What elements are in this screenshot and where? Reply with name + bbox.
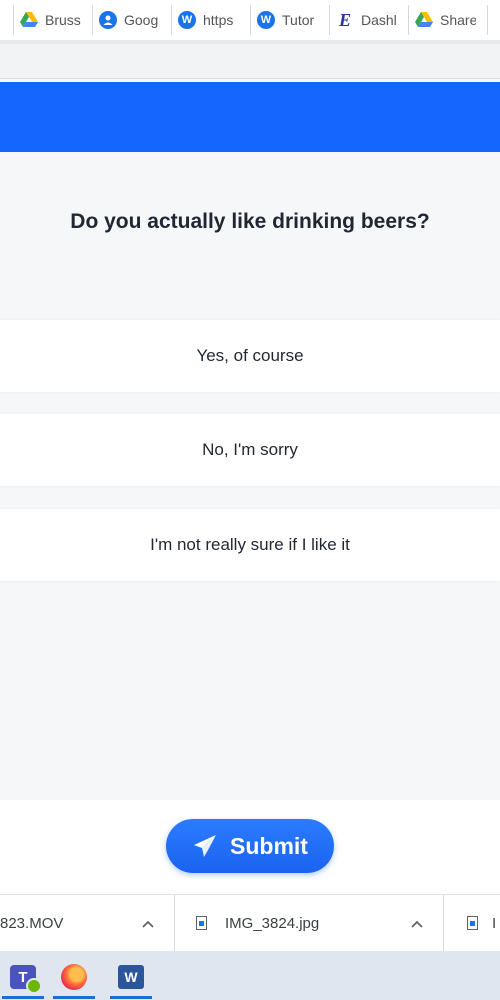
image-file-icon xyxy=(467,916,478,930)
google-drive-icon xyxy=(415,11,433,29)
taskbar-app-firefox[interactable] xyxy=(51,955,97,999)
chevron-up-icon[interactable] xyxy=(142,915,154,931)
browser-tab-dashboard[interactable]: E Dashl xyxy=(330,5,409,35)
answer-option-not-sure[interactable]: I'm not really sure if I like it xyxy=(0,509,500,581)
answer-option-no[interactable]: No, I'm sorry xyxy=(0,414,500,486)
tab-label: Share xyxy=(440,12,476,28)
tab-label: Dashl xyxy=(361,12,397,28)
browser-toolbar xyxy=(0,44,500,79)
download-filename: I xyxy=(492,914,497,932)
submit-button[interactable]: Submit xyxy=(166,819,334,873)
survey-question: Do you actually like drinking beers? xyxy=(70,210,430,233)
downloads-bar: 823.MOV IMG_3824.jpg I xyxy=(0,894,500,951)
browser-tab-https[interactable]: W https xyxy=(172,5,251,35)
answer-option-label: Yes, of course xyxy=(196,346,304,365)
submit-label: Submit xyxy=(230,832,308,859)
google-account-icon xyxy=(99,11,117,29)
status-check-icon xyxy=(26,978,42,994)
download-item[interactable]: 823.MOV xyxy=(0,895,175,951)
w-logo-icon: W xyxy=(178,11,196,29)
answer-option-label: No, I'm sorry xyxy=(202,440,298,459)
browser-tab-google[interactable]: Goog xyxy=(93,5,172,35)
teams-icon: T xyxy=(10,965,42,994)
chevron-up-icon[interactable] xyxy=(411,915,423,931)
answer-option-yes[interactable]: Yes, of course xyxy=(0,320,500,392)
download-filename: 823.MOV xyxy=(0,914,64,932)
tab-label: Bruss xyxy=(45,12,81,28)
paper-plane-icon xyxy=(192,833,218,859)
browser-tab-tutor[interactable]: W Tutor xyxy=(251,5,330,35)
image-file-icon xyxy=(196,916,207,930)
tab-label: https xyxy=(203,12,234,28)
taskbar-app-teams[interactable]: T xyxy=(0,955,46,999)
tab-label: Goog xyxy=(124,12,159,28)
browser-tab-bruss[interactable]: Bruss xyxy=(14,5,93,35)
page-header-bar xyxy=(0,82,500,152)
answer-option-label: I'm not really sure if I like it xyxy=(150,535,350,554)
browser-tab-share[interactable]: Share xyxy=(409,5,488,35)
word-icon: W xyxy=(118,965,144,989)
download-item[interactable]: I xyxy=(445,895,500,951)
taskbar-app-word[interactable]: W xyxy=(108,955,154,999)
e-logo-icon: E xyxy=(338,9,351,30)
browser-tab-strip: Bruss Goog W https W Tutor E Dashl Share xyxy=(0,0,500,40)
download-item[interactable]: IMG_3824.jpg xyxy=(176,895,444,951)
w-logo-icon: W xyxy=(257,11,275,29)
google-drive-icon xyxy=(20,11,38,29)
download-filename: IMG_3824.jpg xyxy=(225,914,320,932)
tab-label: Tutor xyxy=(282,12,315,28)
browser-tab-partial[interactable] xyxy=(0,5,14,35)
firefox-icon xyxy=(61,964,87,990)
os-taskbar: T W xyxy=(0,951,500,1000)
